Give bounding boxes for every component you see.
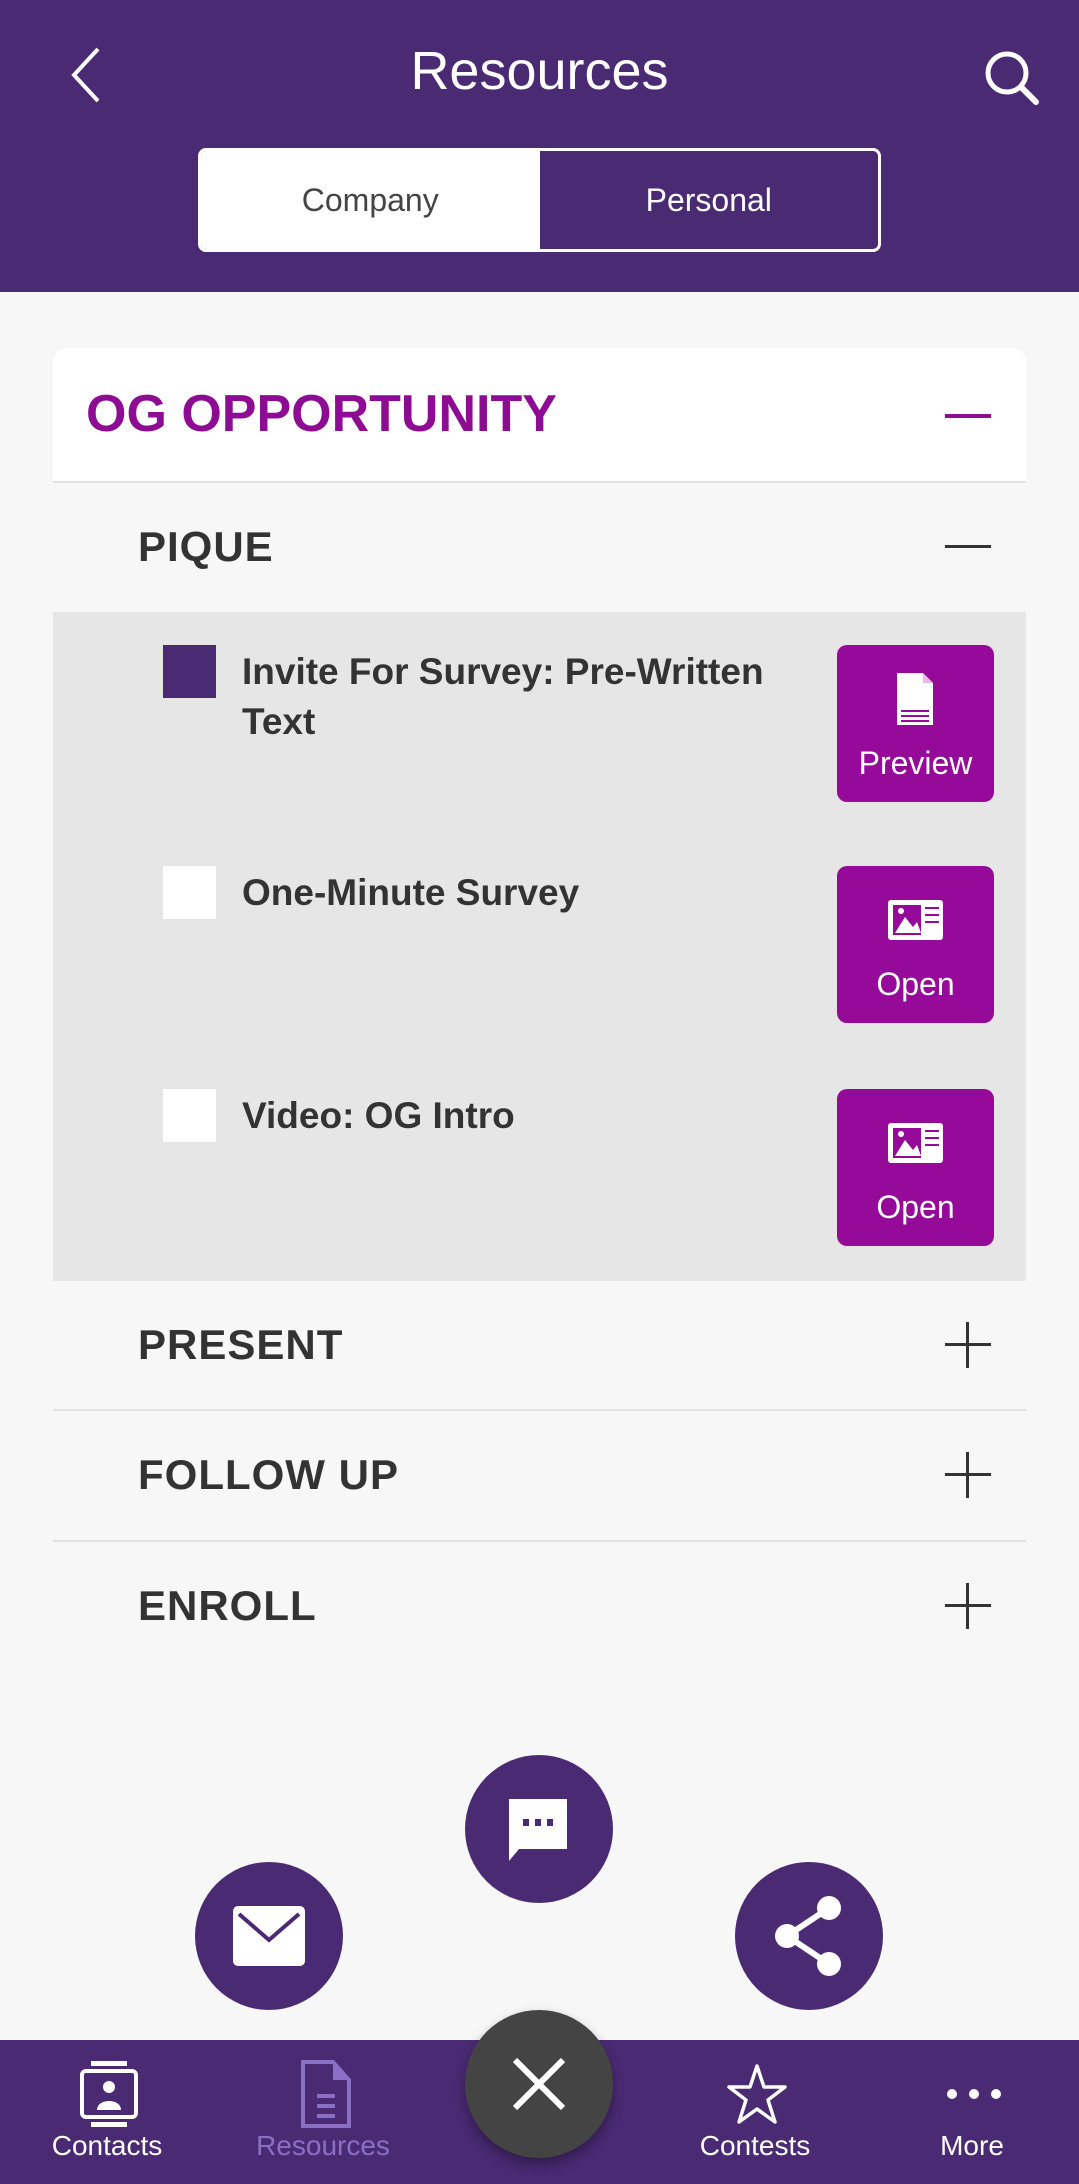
segmented-control: Company Personal [198,148,881,252]
section-og-opportunity[interactable]: OG OPPORTUNITY [53,348,1026,483]
list-item: One-Minute Survey Open [53,866,1026,1026]
contacts-icon [80,2061,138,2127]
item-title: Video: OG Intro [242,1095,515,1136]
group-label: PRESENT [138,1321,344,1368]
close-fab-button[interactable] [465,2010,613,2158]
expand-icon[interactable] [945,1322,991,1368]
resources-icon [301,2060,351,2128]
nav-label: Resources [256,2130,390,2161]
nav-more[interactable]: More [882,2040,1062,2184]
tab-company[interactable]: Company [201,151,540,249]
group-label: FOLLOW UP [138,1451,399,1498]
document-icon [897,673,933,725]
nav-contacts[interactable]: Contacts [17,2040,197,2184]
checkbox[interactable] [163,1089,216,1142]
collapse-icon[interactable] [945,545,991,548]
list-item: Video: OG Intro Open [53,1089,1026,1249]
group-enroll[interactable]: ENROLL [53,1542,1026,1671]
open-button[interactable]: Open [837,1089,994,1246]
collapse-icon[interactable] [945,414,991,418]
nav-contests[interactable]: Contests [665,2040,845,2184]
email-icon [233,1906,305,1966]
more-icon [947,2089,1001,2099]
app-header: Resources Company Personal [0,0,1079,292]
group-present[interactable]: PRESENT [53,1281,1026,1411]
nav-label: More [940,2130,1004,2161]
close-icon [512,2057,566,2111]
email-button[interactable] [195,1862,343,2010]
group-pique[interactable]: PIQUE [53,483,1026,612]
chat-button[interactable] [465,1755,613,1903]
search-icon[interactable] [982,48,1040,106]
button-label: Open [876,1189,955,1225]
nav-label: Contacts [51,2130,163,2161]
nav-resources[interactable]: Resources [233,2040,413,2184]
button-label: Open [876,966,955,1002]
expand-icon[interactable] [945,1583,991,1629]
share-icon [775,1896,841,1976]
checkbox[interactable] [163,645,216,698]
expand-icon[interactable] [945,1452,991,1498]
item-title: One-Minute Survey [242,872,580,913]
star-icon [727,2064,787,2124]
item-title: Invite For Survey: Pre-Written Text [242,651,764,742]
share-button[interactable] [735,1862,883,2010]
preview-button[interactable]: Preview [837,645,994,802]
tab-personal[interactable]: Personal [540,151,879,249]
group-label: PIQUE [138,523,274,570]
chat-icon [509,1799,567,1861]
open-button[interactable]: Open [837,866,994,1023]
nav-label: Contests [699,2130,811,2161]
group-pique-items: Invite For Survey: Pre-Written Text Prev… [53,612,1026,1281]
group-label: ENROLL [138,1582,317,1629]
group-follow-up[interactable]: FOLLOW UP [53,1411,1026,1542]
list-item: Invite For Survey: Pre-Written Text Prev… [53,645,1026,805]
checkbox[interactable] [163,866,216,919]
section-title: OG OPPORTUNITY [86,385,557,443]
page-title: Resources [410,41,669,101]
media-icon [888,900,943,940]
media-icon [888,1123,943,1163]
button-label: Preview [858,745,973,781]
